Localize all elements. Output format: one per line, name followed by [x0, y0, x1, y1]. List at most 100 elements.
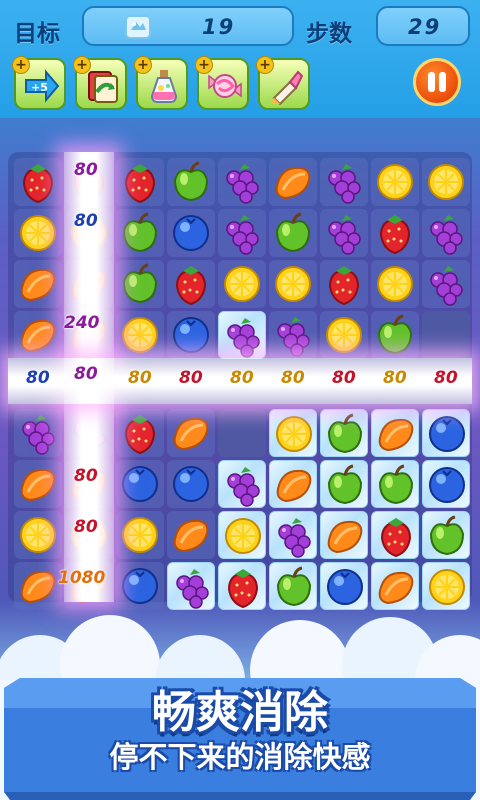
board-cell[interactable]: [116, 158, 164, 206]
board-cell[interactable]: [422, 260, 470, 308]
board-cell[interactable]: [167, 158, 215, 206]
board-cell[interactable]: [371, 511, 419, 559]
lemon-icon: [225, 518, 261, 554]
board-cell[interactable]: [218, 562, 266, 610]
orange-icon: [20, 268, 56, 302]
board-cell[interactable]: [422, 209, 470, 257]
board-cell[interactable]: [14, 511, 62, 559]
board-cell[interactable]: [320, 409, 368, 457]
board-cell[interactable]: [218, 460, 266, 508]
board-cell[interactable]: [371, 311, 419, 359]
board-cell[interactable]: [269, 460, 317, 508]
grape-icon: [22, 415, 55, 455]
target-label: 目标: [14, 21, 60, 47]
board-cell[interactable]: [269, 311, 317, 359]
board-cell[interactable]: [218, 260, 266, 308]
board-cell[interactable]: [422, 562, 470, 610]
board-cell[interactable]: [167, 260, 215, 308]
board-cell[interactable]: [218, 209, 266, 257]
board-cell[interactable]: [167, 511, 215, 559]
grape-icon: [278, 518, 311, 558]
score-popup: 240: [64, 313, 100, 333]
orange-icon: [20, 468, 56, 502]
board-cell[interactable]: [371, 158, 419, 206]
board-cell[interactable]: [116, 260, 164, 308]
board-cell[interactable]: [14, 260, 62, 308]
lemon-icon: [377, 164, 413, 200]
board-cell[interactable]: [422, 511, 470, 559]
apple-icon: [173, 161, 209, 202]
board-cell[interactable]: [320, 460, 368, 508]
board-cell[interactable]: [371, 209, 419, 257]
score-popup: 80: [230, 368, 254, 388]
board-cell[interactable]: [371, 260, 419, 308]
brush-tool[interactable]: +: [256, 56, 310, 110]
shuffle-card-icon: [88, 71, 118, 103]
blueberry-icon: [122, 568, 158, 604]
top-hud: 目标 19 步数 29 + +5 + + + +: [0, 0, 480, 118]
board-cell[interactable]: [320, 260, 368, 308]
strawberry-icon: [22, 164, 54, 204]
lemon-icon: [122, 317, 158, 353]
board-cell[interactable]: [269, 260, 317, 308]
board-cell[interactable]: [218, 511, 266, 559]
grape-icon: [227, 467, 260, 507]
apple-icon: [378, 464, 414, 505]
grape-icon: [277, 317, 310, 357]
apple-icon: [122, 263, 158, 304]
board-cell[interactable]: [371, 460, 419, 508]
candy-tool[interactable]: +: [195, 56, 249, 110]
grape-icon: [430, 266, 463, 306]
board-cell[interactable]: [116, 511, 164, 559]
board-cell[interactable]: [116, 460, 164, 508]
grape-icon: [328, 215, 361, 255]
board-cell[interactable]: [14, 409, 62, 457]
board-cell[interactable]: [371, 409, 419, 457]
orange-icon: [275, 166, 311, 200]
plus-five-moves-tool[interactable]: + +5: [12, 56, 66, 110]
board-cell[interactable]: [218, 158, 266, 206]
potion-tool[interactable]: +: [134, 56, 188, 110]
candy-icon: [208, 74, 242, 98]
empty-cell: [422, 311, 470, 359]
plus-five-label: +5: [31, 81, 48, 94]
board-cell[interactable]: [269, 409, 317, 457]
orange-icon: [378, 571, 414, 605]
apple-icon: [327, 464, 363, 505]
board-cell[interactable]: [320, 311, 368, 359]
board-cell[interactable]: [116, 562, 164, 610]
lemon-icon: [276, 416, 312, 452]
board-cell[interactable]: [116, 409, 164, 457]
board-cell[interactable]: [218, 311, 266, 359]
blueberry-icon: [429, 416, 465, 452]
board-cell[interactable]: [371, 562, 419, 610]
board-cell[interactable]: [167, 562, 215, 610]
board-cell[interactable]: [167, 311, 215, 359]
board-cell[interactable]: [14, 460, 62, 508]
board-cell[interactable]: [167, 209, 215, 257]
board-cell[interactable]: [269, 562, 317, 610]
board-cell[interactable]: [269, 209, 317, 257]
board-cell[interactable]: [320, 209, 368, 257]
strawberry-icon: [379, 215, 411, 255]
board-cell[interactable]: [14, 209, 62, 257]
ice-block-icon: [124, 13, 152, 45]
pause-button[interactable]: [413, 58, 461, 106]
shuffle-tool[interactable]: +: [73, 56, 127, 110]
board-cell[interactable]: [167, 409, 215, 457]
blueberry-icon: [173, 215, 209, 251]
board-cell[interactable]: [269, 158, 317, 206]
board-cell[interactable]: [422, 460, 470, 508]
board-cell[interactable]: [14, 562, 62, 610]
board-cell[interactable]: [14, 311, 62, 359]
board-cell[interactable]: [269, 511, 317, 559]
board-cell[interactable]: [422, 158, 470, 206]
board-cell[interactable]: [14, 158, 62, 206]
board-cell[interactable]: [422, 409, 470, 457]
board-cell[interactable]: [116, 209, 164, 257]
board-cell[interactable]: [320, 511, 368, 559]
board-cell[interactable]: [320, 158, 368, 206]
board-cell[interactable]: [167, 460, 215, 508]
board-cell[interactable]: [116, 311, 164, 359]
board-cell[interactable]: [320, 562, 368, 610]
